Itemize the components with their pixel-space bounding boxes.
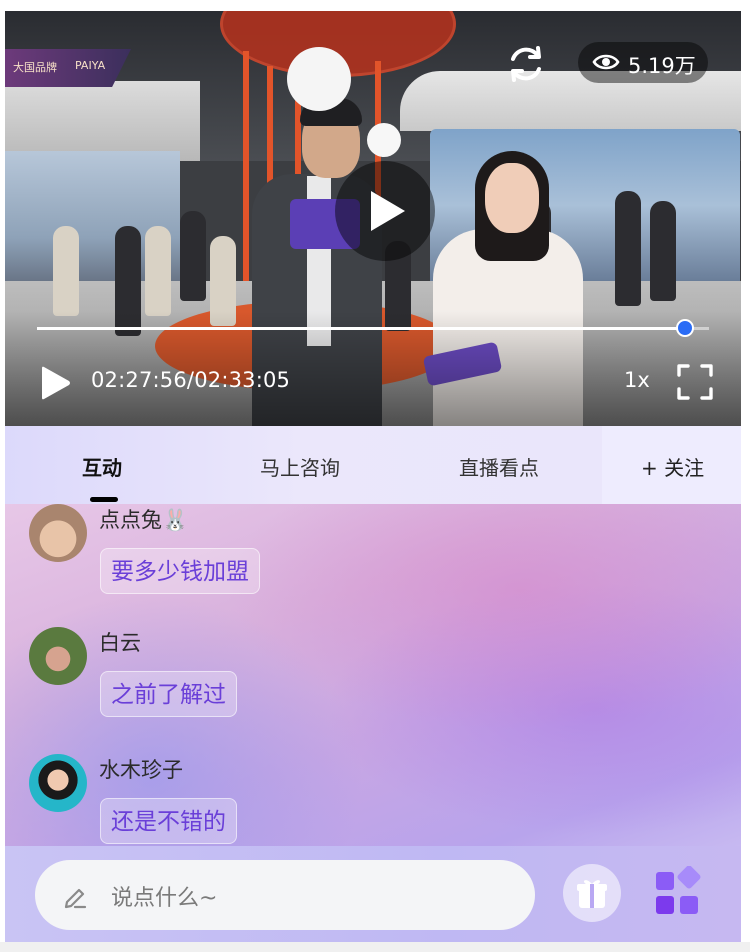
gift-icon [577, 880, 607, 908]
avatar[interactable] [29, 627, 87, 685]
avatar[interactable] [29, 504, 87, 562]
live-room: 大国品牌 PAIYA 5.19万 02:27:56/02:33:05 1x 互动… [0, 0, 750, 952]
bottom-strip [0, 942, 750, 952]
tab-bar: 互动 马上咨询 直播看点 + 关注 [5, 426, 741, 504]
gift-button[interactable] [563, 864, 621, 922]
brand-logo: 大国品牌 PAIYA [5, 49, 131, 87]
message-bubble: 还是不错的 [100, 798, 237, 844]
refresh-icon [511, 46, 541, 82]
refresh-button[interactable] [505, 43, 547, 85]
chat-list[interactable]: 点点兔🐰 要多少钱加盟 白云 之前了解过 水木珍子 还是不错的 [5, 504, 741, 846]
tab-interaction[interactable]: 互动 [82, 452, 122, 481]
duration: 02:33:05 [194, 368, 291, 392]
username: 水木珍子 [99, 758, 183, 782]
eye-icon [592, 54, 620, 70]
fullscreen-icon [677, 364, 713, 400]
video-player[interactable]: 大国品牌 PAIYA 5.19万 02:27:56/02:33:05 1x [5, 11, 741, 426]
view-count-badge: 5.19万 [578, 42, 708, 83]
chat-message: 水木珍子 还是不错的 [5, 754, 741, 846]
more-apps-button[interactable] [653, 865, 701, 918]
playback-time: 02:27:56/02:33:05 [91, 368, 290, 392]
follow-label: + 关注 [641, 456, 705, 480]
speed-button[interactable]: 1x [624, 368, 650, 392]
follow-button[interactable]: + 关注 [602, 426, 741, 504]
play-icon [42, 366, 70, 400]
progress-bar[interactable] [37, 319, 709, 337]
input-placeholder: 说点什么~ [111, 886, 218, 911]
chat-message: 点点兔🐰 要多少钱加盟 [5, 504, 741, 624]
chat-message: 白云 之前了解过 [5, 627, 741, 747]
comment-input[interactable]: 说点什么~ [35, 860, 535, 930]
view-count: 5.19万 [628, 54, 696, 78]
username: 白云 [99, 631, 141, 655]
avatar[interactable] [29, 754, 87, 812]
input-bar: 说点什么~ [5, 846, 741, 942]
message-bubble: 之前了解过 [100, 671, 237, 717]
play-button[interactable] [38, 365, 72, 401]
tab-highlights[interactable]: 直播看点 [459, 452, 539, 481]
message-bubble: 要多少钱加盟 [100, 548, 260, 594]
current-time: 02:27:56 [91, 368, 187, 392]
username: 点点兔🐰 [99, 508, 189, 532]
pencil-icon [64, 888, 87, 909]
brand-logo-text-2: PAIYA [75, 59, 106, 72]
apps-icon [656, 865, 701, 914]
active-tab-indicator [90, 497, 118, 502]
play-icon [371, 191, 405, 231]
fullscreen-button[interactable] [676, 363, 714, 401]
center-play-button[interactable] [335, 161, 435, 261]
tab-consult[interactable]: 马上咨询 [260, 452, 340, 481]
brand-logo-text: 大国品牌 [13, 61, 57, 74]
progress-fill [37, 327, 686, 330]
